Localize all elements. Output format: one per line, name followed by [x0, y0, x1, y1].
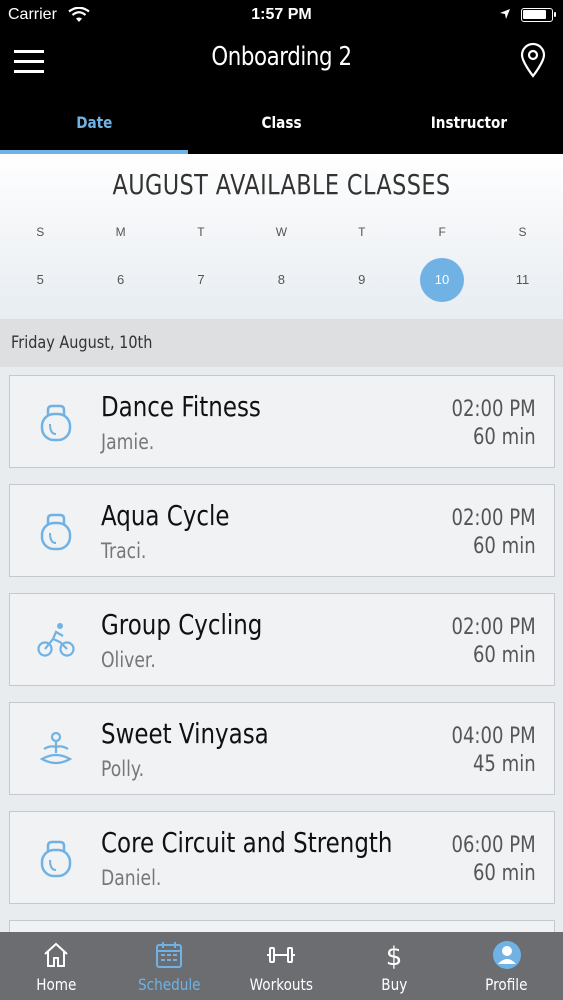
class-instructor: Oliver.	[101, 648, 156, 672]
class-start-time: 02:00 PM	[451, 397, 536, 422]
class-duration: 45 min	[473, 752, 536, 777]
date-cell[interactable]: 11	[482, 258, 562, 302]
class-instructor: Daniel.	[101, 866, 162, 890]
class-duration: 60 min	[473, 534, 536, 559]
map-pin-icon[interactable]	[518, 42, 548, 78]
dumbbell-icon	[267, 947, 296, 963]
date-cell[interactable]: 6	[80, 258, 160, 302]
date-cell[interactable]: 7	[161, 258, 241, 302]
date-cell[interactable]: 5	[0, 258, 80, 302]
class-start-time: 06:00 PM	[451, 833, 536, 858]
tab-date[interactable]: Date	[0, 92, 188, 154]
dollar-icon: $	[386, 942, 403, 970]
tab-bar-label: Profile	[485, 975, 528, 994]
class-name: Aqua Cycle	[101, 499, 230, 532]
class-start-time: 02:00 PM	[451, 615, 536, 640]
class-card[interactable]: Group Cycling Oliver. 02:00 PM 60 min	[9, 593, 555, 686]
class-time-block: 06:00 PM 60 min	[452, 832, 536, 888]
svg-text:$: $	[386, 942, 403, 970]
tab-bar-label: Workouts	[249, 975, 314, 994]
class-instructor: Polly.	[101, 757, 145, 781]
tab-bar-schedule[interactable]: Schedule	[113, 932, 226, 1000]
hamburger-menu-icon[interactable]	[14, 46, 46, 74]
tab-bar-label: Buy	[381, 975, 408, 994]
class-card[interactable]: Core Circuit and Strength Daniel. 06:00 …	[9, 811, 555, 904]
class-time-block: 02:00 PM 60 min	[452, 614, 536, 670]
weekday-label: S	[518, 225, 527, 239]
date-cell[interactable]: 9	[322, 258, 402, 302]
class-name: Sweet Vinyasa	[101, 717, 269, 750]
class-start-time: 04:00 PM	[451, 724, 536, 749]
date-cell[interactable]: 8	[241, 258, 321, 302]
week-calendar: AUGUST AVAILABLE CLASSES S M T W T F S 5…	[0, 154, 563, 319]
weekday-label: W	[275, 225, 288, 239]
weekday-label: M	[115, 225, 126, 239]
profile-icon	[492, 941, 521, 969]
class-name: Core Circuit and Strength	[101, 826, 393, 859]
battery-icon	[521, 8, 556, 22]
schedule-tabs: Date Class Instructor	[0, 92, 563, 154]
calendar-title: AUGUST AVAILABLE CLASSES	[112, 168, 451, 201]
weekday-label: T	[197, 225, 205, 239]
page-title: Onboarding 2	[211, 42, 352, 72]
tab-class[interactable]: Class	[188, 92, 376, 154]
date-cell-selected[interactable]: 10	[402, 258, 482, 302]
class-card[interactable]: Sweet Vinyasa Polly. 04:00 PM 45 min	[9, 702, 555, 795]
status-bar: Carrier 1:57 PM	[0, 0, 563, 30]
class-duration: 60 min	[473, 425, 536, 450]
class-instructor: Jamie.	[101, 430, 155, 454]
weekday-label: S	[36, 225, 45, 239]
class-card[interactable]: Aqua Cycle Traci. 02:00 PM 60 min	[9, 484, 555, 577]
tab-bar-label: Schedule	[137, 975, 201, 994]
class-time-block: 02:00 PM 60 min	[452, 505, 536, 561]
tab-bar-home[interactable]: Home	[0, 932, 113, 1000]
class-duration: 60 min	[473, 643, 536, 668]
class-duration: 60 min	[473, 861, 536, 886]
meditation-icon	[39, 731, 73, 765]
weekday-row: S M T W T F S	[0, 222, 563, 242]
class-name: Dance Fitness	[101, 390, 261, 423]
status-time: 1:57 PM	[251, 6, 312, 23]
cyclist-icon	[37, 623, 75, 657]
nav-bar: Onboarding 2	[0, 30, 563, 92]
tab-bar-label: Home	[36, 975, 77, 994]
tab-bar-profile[interactable]: Profile	[450, 932, 563, 1000]
class-start-time: 02:00 PM	[451, 506, 536, 531]
kettlebell-icon	[40, 513, 72, 551]
calendar-icon	[155, 942, 182, 968]
bottom-tab-bar: Home Schedule Workouts $ Buy Profile	[0, 932, 563, 1000]
class-time-block: 02:00 PM 60 min	[452, 396, 536, 452]
selected-date-header: Friday August, 10th	[0, 319, 563, 367]
location-arrow-icon	[500, 9, 510, 19]
tab-bar-buy[interactable]: $ Buy	[338, 932, 451, 1000]
kettlebell-icon	[40, 840, 72, 878]
class-card[interactable]: Dance Fitness Jamie. 02:00 PM 60 min	[9, 375, 555, 468]
tab-instructor[interactable]: Instructor	[375, 92, 563, 154]
battery-fill	[523, 10, 546, 19]
date-row: 5 6 7 8 9 10 11	[0, 258, 563, 302]
class-instructor: Traci.	[101, 539, 147, 563]
home-icon	[44, 942, 68, 967]
kettlebell-icon	[40, 404, 72, 442]
class-time-block: 04:00 PM 45 min	[452, 723, 536, 779]
selected-date-bubble: 10	[419, 258, 464, 302]
weekday-label: F	[438, 225, 446, 239]
weekday-label: T	[358, 225, 366, 239]
class-name: Group Cycling	[101, 608, 263, 641]
tab-bar-workouts[interactable]: Workouts	[225, 932, 338, 1000]
